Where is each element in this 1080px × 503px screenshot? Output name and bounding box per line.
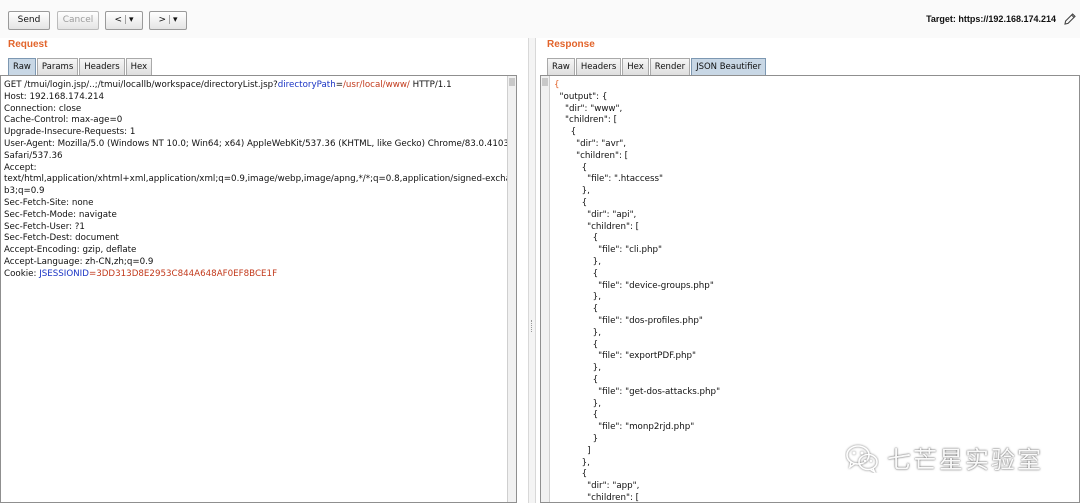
request-editor[interactable]: GET /tmui/login.jsp/..;/tmui/locallb/wor…	[0, 75, 517, 503]
response-editor[interactable]: { "output": { "dir": "www", "children": …	[540, 75, 1080, 503]
json-line: {	[554, 339, 599, 350]
json-line: "file": "device-groups.php"	[554, 280, 714, 291]
request-header-line: Host: 192.168.174.214	[4, 91, 105, 102]
json-line: },	[554, 186, 590, 197]
back-label: <	[114, 15, 122, 25]
json-line: },	[554, 292, 601, 303]
tab-raw[interactable]: Raw	[547, 58, 575, 75]
toolbar: Send Cancel < | ▾ > | ▾ Target: https://192.…	[0, 0, 1080, 38]
json-line: "dir": "www",	[554, 103, 623, 114]
request-header-line: Upgrade-Insecure-Requests: 1	[4, 127, 136, 138]
pane-splitter[interactable]	[528, 38, 536, 503]
request-header-line: Accept-Language: zh-CN,zh;q=0.9	[4, 256, 154, 267]
json-line: "children": [	[554, 492, 640, 503]
json-line: "file": "monp2rjd.php"	[554, 422, 695, 433]
target-label: Target: https://192.168.174.214	[926, 14, 1056, 24]
tab-hex[interactable]: Hex	[125, 58, 153, 75]
request-header-line: User-Agent: Mozilla/5.0 (Windows NT 10.0…	[4, 138, 517, 149]
tab-headers[interactable]: Headers	[575, 58, 622, 75]
tab-headers[interactable]: Headers	[79, 58, 125, 75]
request-header-line: Accept:	[4, 162, 37, 173]
json-line: "file": "cli.php"	[554, 245, 662, 256]
back-button[interactable]: < | ▾	[105, 11, 143, 30]
json-line: "children": [	[554, 150, 629, 161]
json-line: "dir": "avr",	[554, 138, 627, 149]
scrollbar-thumb[interactable]	[509, 78, 515, 86]
splitter-grip[interactable]	[531, 320, 533, 332]
request-text: GET /tmui/login.jsp/..;/tmui/locallb/wor…	[4, 80, 517, 281]
json-line: "file": ".htaccess"	[554, 174, 663, 185]
json-line: "dir": "app",	[554, 481, 640, 492]
watermark-text: 七芒星实验室	[887, 446, 1043, 474]
request-method-path: GET /tmui/login.jsp/..;/tmui/locallb/wor…	[4, 80, 278, 90]
json-line: "children": [	[554, 115, 617, 126]
request-header-line: Sec-Fetch-Site: none	[4, 197, 94, 208]
cookie-name: JSESSIONID	[39, 268, 89, 279]
json-line: "dir": "api",	[554, 209, 637, 220]
request-header-line: Cache-Control: max-age=0	[4, 115, 123, 126]
request-header-line: Accept-Encoding: gzip, deflate	[4, 245, 137, 256]
json-line: {	[554, 127, 577, 138]
json-line: "file": "get-dos-attacks.php"	[554, 386, 721, 397]
request-scrollbar[interactable]	[507, 76, 516, 502]
json-line: "file": "exportPDF.php"	[554, 351, 697, 362]
cookie-prefix: Cookie:	[4, 268, 40, 279]
json-line: {	[554, 233, 599, 244]
query-param-value: /usr/local/www/	[342, 80, 410, 90]
request-title: Request	[8, 39, 48, 50]
json-line: "children": [	[554, 221, 640, 232]
chevron-down-icon: ▾	[129, 15, 134, 25]
request-header-line: Sec-Fetch-User: ?1	[4, 221, 85, 232]
json-line: {	[554, 410, 599, 421]
json-line: },	[554, 398, 601, 409]
request-tabs: Raw Params Headers Hex	[8, 58, 153, 75]
wechat-icon	[846, 444, 878, 473]
cancel-button[interactable]: Cancel	[57, 11, 99, 30]
forward-button[interactable]: > | ▾	[149, 11, 187, 30]
cookie-line: Cookie: JSESSIONID=3DD313D8E2953C844A648…	[4, 269, 514, 281]
request-line: GET /tmui/login.jsp/..;/tmui/locallb/wor…	[4, 80, 514, 92]
json-line: "file": "dos-profiles.php"	[554, 315, 703, 326]
response-title: Response	[547, 39, 595, 50]
request-header-line: Connection: close	[4, 103, 82, 114]
json-line: {	[554, 162, 588, 173]
tab-raw[interactable]: Raw	[8, 58, 36, 75]
response-tabs: Raw Headers Hex Render JSON Beautifier	[547, 58, 767, 75]
json-line: {	[554, 197, 588, 208]
forward-label: >	[158, 15, 166, 25]
request-header-line: Safari/537.36	[4, 150, 63, 161]
response-scrollbar[interactable]	[541, 76, 550, 502]
query-equals: =	[335, 80, 343, 90]
request-protocol: HTTP/1.1	[409, 80, 452, 90]
query-param-name: directoryPath	[277, 80, 336, 90]
tab-json-beautifier[interactable]: JSON Beautifier	[691, 58, 767, 75]
json-line: {	[554, 304, 599, 315]
request-header-line: b3;q=0.9	[4, 186, 45, 197]
json-line: {	[554, 374, 599, 385]
tab-hex[interactable]: Hex	[622, 58, 649, 75]
json-line: {	[554, 268, 599, 279]
json-line: },	[554, 327, 601, 338]
cursor-brace: {	[554, 80, 560, 90]
tab-render[interactable]: Render	[649, 58, 691, 75]
json-line: "output": {	[554, 91, 608, 102]
watermark: 七芒星实验室	[845, 440, 1043, 475]
json-line: },	[554, 363, 601, 374]
json-line: },	[554, 256, 601, 267]
cookie-value: 3DD313D8E2953C844A648AF0EF8BCE1F	[96, 268, 278, 279]
request-header-line: Sec-Fetch-Mode: navigate	[4, 209, 117, 220]
request-header-line: Sec-Fetch-Dest: document	[4, 233, 119, 244]
tab-params[interactable]: Params	[36, 58, 79, 75]
pencil-icon[interactable]	[1063, 12, 1077, 26]
request-header-line: text/html,application/xhtml+xml,applicat…	[4, 174, 517, 185]
chevron-down-icon: ▾	[173, 15, 178, 25]
send-button[interactable]: Send	[8, 11, 50, 30]
scrollbar-thumb[interactable]	[542, 78, 548, 86]
